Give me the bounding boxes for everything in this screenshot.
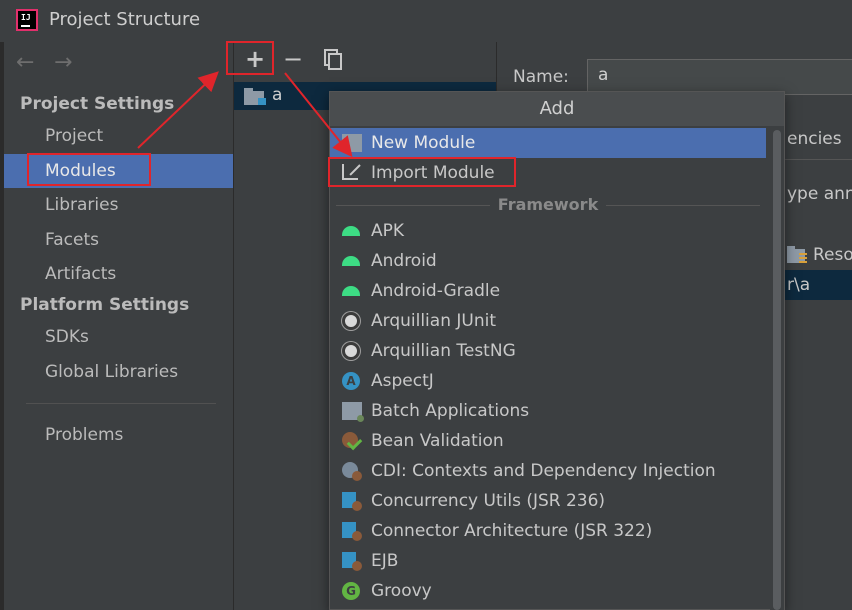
menu-item-arquillian-junit[interactable]: Arquillian JUnit (330, 306, 766, 336)
menu-item-groovy[interactable]: G Groovy (330, 576, 766, 606)
sidebar-item-sdks[interactable]: SDKs (4, 320, 233, 354)
arquillian-icon (342, 312, 360, 330)
modules-highlight-box (27, 153, 151, 186)
menu-item-ejb[interactable]: EJB (330, 546, 766, 576)
popup-scrollbar-thumb[interactable] (773, 130, 781, 610)
jee-icon (342, 492, 362, 511)
menu-item-connector-architecture[interactable]: Connector Architecture (JSR 322) (330, 516, 766, 546)
add-button-highlight-box (226, 41, 274, 75)
project-settings-header: Project Settings (20, 94, 175, 114)
module-label: a (272, 85, 283, 105)
window-title: Project Structure (49, 9, 201, 30)
menu-item-android[interactable]: Android (330, 246, 766, 276)
module-folder-icon (244, 87, 266, 105)
menu-item-batch-applications[interactable]: Batch Applications (330, 396, 766, 426)
menu-item-bean-validation[interactable]: Bean Validation (330, 426, 766, 456)
menu-item-apk[interactable]: APK (330, 216, 766, 246)
android-icon (342, 256, 360, 266)
back-arrow-icon[interactable]: ← (16, 50, 34, 75)
cdi-icon (342, 462, 362, 481)
menu-item-aspectj[interactable]: A AspectJ (330, 366, 766, 396)
sidebar-item-global-libraries[interactable]: Global Libraries (4, 355, 233, 389)
forward-arrow-icon[interactable]: → (54, 50, 72, 75)
resources-column-header: Reso (813, 245, 852, 265)
settings-sidebar: ← → Project Settings Project Modules Lib… (4, 42, 233, 610)
sidebar-item-facets[interactable]: Facets (4, 223, 233, 257)
android-icon (342, 286, 360, 296)
language-level-field[interactable]: ype ann (787, 184, 852, 204)
menu-item-cdi[interactable]: CDI: Contexts and Dependency Injection (330, 456, 766, 486)
framework-group-label: Framework (330, 195, 766, 215)
module-name-field[interactable]: a (587, 59, 852, 95)
platform-settings-header: Platform Settings (20, 295, 190, 315)
jee-icon (342, 522, 362, 541)
sidebar-item-problems[interactable]: Problems (4, 418, 233, 452)
popup-title: Add (330, 92, 784, 126)
sidebar-item-libraries[interactable]: Libraries (4, 188, 233, 222)
batch-icon (342, 402, 364, 422)
import-module-highlight-box (328, 157, 516, 187)
popup-scrollbar[interactable] (770, 126, 784, 610)
jee-icon (342, 552, 362, 571)
copy-button[interactable] (318, 44, 348, 74)
android-icon (342, 226, 360, 236)
sidebar-item-project[interactable]: Project (4, 119, 233, 153)
menu-item-new-module[interactable]: New Module (330, 128, 766, 158)
groovy-icon: G (342, 582, 360, 600)
aspectj-icon: A (342, 372, 360, 390)
title-bar: IJ Project Structure (0, 0, 852, 42)
menu-item-concurrency-utils[interactable]: Concurrency Utils (JSR 236) (330, 486, 766, 516)
sidebar-item-artifacts[interactable]: Artifacts (4, 257, 233, 291)
tab-dependencies[interactable]: encies (787, 129, 842, 149)
remove-button[interactable]: − (278, 44, 308, 74)
content-root-path: r\a (787, 275, 811, 295)
sidebar-separator (26, 403, 216, 404)
intellij-logo-icon: IJ (16, 9, 38, 31)
bean-validation-icon (342, 432, 358, 448)
menu-item-arquillian-testng[interactable]: Arquillian TestNG (330, 336, 766, 366)
menu-item-android-gradle[interactable]: Android-Gradle (330, 276, 766, 306)
folder-icon (342, 134, 362, 152)
name-label: Name: (513, 67, 569, 87)
arquillian-icon (342, 342, 360, 360)
resources-folder-icon (787, 245, 809, 263)
